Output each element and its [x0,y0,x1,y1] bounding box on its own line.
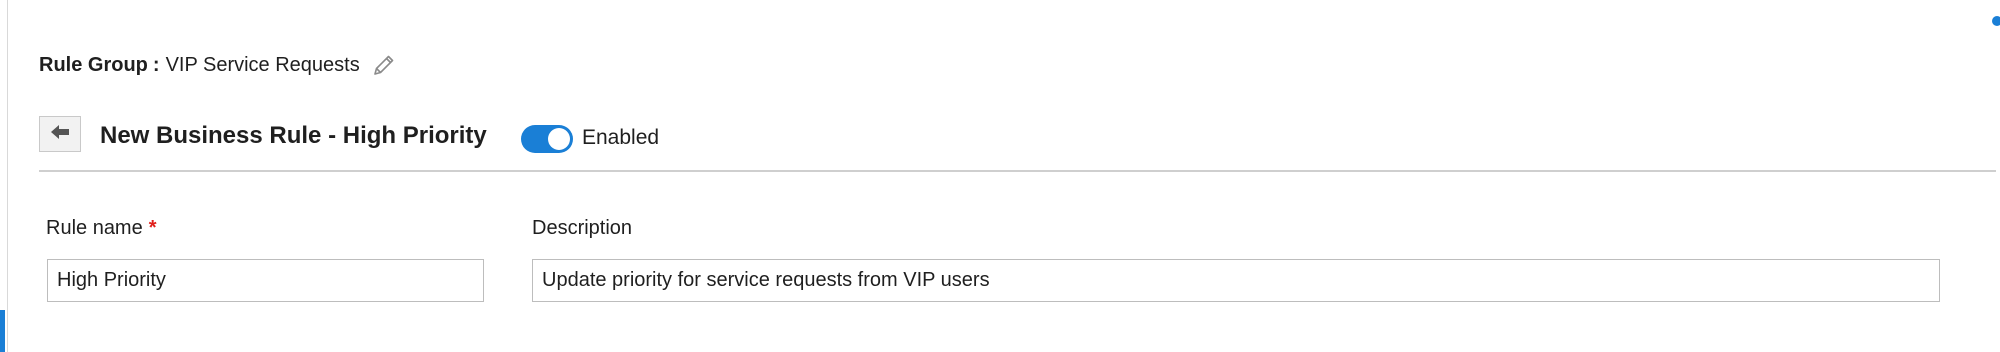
rule-group-line: Rule Group : VIP Service Requests [39,52,397,78]
rule-name-input[interactable] [47,259,484,302]
description-label: Description [532,217,633,239]
page-title: New Business Rule - High Priority [100,122,487,149]
rule-group-separator: : [152,53,160,76]
toggle-knob [548,128,570,150]
rule-header: New Business Rule - High Priority Enable… [39,116,1996,156]
rule-group-name: VIP Service Requests [165,53,360,76]
back-button[interactable] [39,116,81,152]
rule-name-label: Rule name * [46,217,157,240]
header-divider [39,170,1996,172]
business-rule-editor: Rule Group : VIP Service Requests New Bu… [0,0,2000,352]
rule-name-label-text: Rule name [46,217,143,239]
enabled-toggle[interactable] [521,125,573,153]
left-panel-accent [0,310,5,352]
left-panel-edge [0,0,8,352]
right-edge-indicator [1992,16,2000,26]
required-marker: * [148,217,157,239]
rule-group-label: Rule Group [39,53,148,76]
enabled-toggle-label: Enabled [582,126,660,149]
arrow-left-icon [50,124,70,145]
pencil-icon[interactable] [371,52,397,78]
description-input[interactable] [532,259,1940,302]
